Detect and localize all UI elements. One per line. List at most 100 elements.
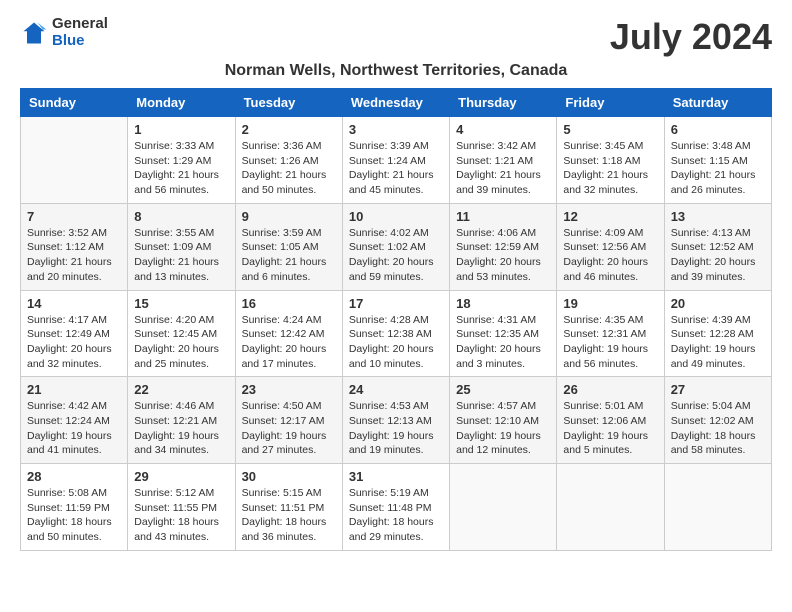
table-row (450, 464, 557, 551)
calendar-week-5: 28Sunrise: 5:08 AM Sunset: 11:59 PM Dayl… (21, 464, 772, 551)
month-title: July 2024 (610, 16, 772, 58)
calendar: Sunday Monday Tuesday Wednesday Thursday… (20, 88, 772, 551)
day-info: Sunrise: 3:59 AM Sunset: 1:05 AM Dayligh… (242, 226, 336, 285)
day-info: Sunrise: 5:15 AM Sunset: 11:51 PM Daylig… (242, 486, 336, 545)
table-row: 24 Sunrise: 4:53 AM Sunset: 12:13 AM Dayl… (342, 377, 449, 464)
day-number: 31 (349, 469, 443, 484)
day-number: 4 (456, 122, 550, 137)
day-number: 27 (671, 382, 765, 397)
day-info: Sunrise: 4:42 AM Sunset: 12:24 AM Daylig… (27, 399, 121, 458)
col-tuesday: Tuesday (235, 89, 342, 117)
table-row: 30 Sunrise: 5:15 AM Sunset: 11:51 PM Dayl… (235, 464, 342, 551)
table-row: 1Sunrise: 3:33 AM Sunset: 1:29 AM Daylig… (128, 117, 235, 204)
col-sunday: Sunday (21, 89, 128, 117)
day-number: 21 (27, 382, 121, 397)
calendar-week-1: 1Sunrise: 3:33 AM Sunset: 1:29 AM Daylig… (21, 117, 772, 204)
table-row: 11 Sunrise: 4:06 AM Sunset: 12:59 AM Dayl… (450, 203, 557, 290)
header-top: General Blue July 2024 (20, 16, 772, 58)
day-info: Sunrise: 4:31 AM Sunset: 12:35 AM Daylig… (456, 313, 550, 372)
table-row: 29Sunrise: 5:12 AM Sunset: 11:55 PM Dayl… (128, 464, 235, 551)
day-info: Sunrise: 4:20 AM Sunset: 12:45 AM Daylig… (134, 313, 228, 372)
day-number: 19 (563, 296, 657, 311)
day-number: 26 (563, 382, 657, 397)
table-row: 8 Sunrise: 3:55 AM Sunset: 1:09 AM Daylig… (128, 203, 235, 290)
day-number: 10 (349, 209, 443, 224)
day-number: 30 (242, 469, 336, 484)
table-row: 4 Sunrise: 3:42 AM Sunset: 1:21 AM Daylig… (450, 117, 557, 204)
day-info: Sunrise: 4:50 AM Sunset: 12:17 AM Daylig… (242, 399, 336, 458)
table-row: 5 Sunrise: 3:45 AM Sunset: 1:18 AM Daylig… (557, 117, 664, 204)
col-friday: Friday (557, 89, 664, 117)
day-info: Sunrise: 4:57 AM Sunset: 12:10 AM Daylig… (456, 399, 550, 458)
logo-general: General (52, 16, 108, 33)
calendar-week-4: 21 Sunrise: 4:42 AM Sunset: 12:24 AM Dayl… (21, 377, 772, 464)
table-row: 6Sunrise: 3:48 AM Sunset: 1:15 AM Daylig… (664, 117, 771, 204)
col-wednesday: Wednesday (342, 89, 449, 117)
table-row: 17Sunrise: 4:28 AM Sunset: 12:38 AM Dayl… (342, 290, 449, 377)
location-title: Norman Wells, Northwest Territories, Can… (20, 62, 772, 80)
logo-icon (20, 19, 48, 47)
day-number: 24 (349, 382, 443, 397)
table-row: 10Sunrise: 4:02 AM Sunset: 1:02 AM Dayli… (342, 203, 449, 290)
table-row: 25Sunrise: 4:57 AM Sunset: 12:10 AM Dayl… (450, 377, 557, 464)
day-number: 2 (242, 122, 336, 137)
table-row (557, 464, 664, 551)
day-number: 3 (349, 122, 443, 137)
day-info: Sunrise: 3:42 AM Sunset: 1:21 AM Dayligh… (456, 139, 550, 198)
day-number: 23 (242, 382, 336, 397)
table-row: 18 Sunrise: 4:31 AM Sunset: 12:35 AM Dayl… (450, 290, 557, 377)
calendar-header-row: Sunday Monday Tuesday Wednesday Thursday… (21, 89, 772, 117)
day-info: Sunrise: 3:48 AM Sunset: 1:15 AM Dayligh… (671, 139, 765, 198)
table-row: 23 Sunrise: 4:50 AM Sunset: 12:17 AM Dayl… (235, 377, 342, 464)
day-number: 5 (563, 122, 657, 137)
day-number: 13 (671, 209, 765, 224)
table-row: 28Sunrise: 5:08 AM Sunset: 11:59 PM Dayl… (21, 464, 128, 551)
table-row: 7 Sunrise: 3:52 AM Sunset: 1:12 AM Daylig… (21, 203, 128, 290)
table-row: 15 Sunrise: 4:20 AM Sunset: 12:45 AM Dayl… (128, 290, 235, 377)
table-row: 22Sunrise: 4:46 AM Sunset: 12:21 AM Dayl… (128, 377, 235, 464)
day-info: Sunrise: 4:06 AM Sunset: 12:59 AM Daylig… (456, 226, 550, 285)
day-number: 20 (671, 296, 765, 311)
calendar-week-3: 14Sunrise: 4:17 AM Sunset: 12:49 AM Dayl… (21, 290, 772, 377)
day-info: Sunrise: 3:52 AM Sunset: 1:12 AM Dayligh… (27, 226, 121, 285)
table-row: 14Sunrise: 4:17 AM Sunset: 12:49 AM Dayl… (21, 290, 128, 377)
table-row: 3Sunrise: 3:39 AM Sunset: 1:24 AM Daylig… (342, 117, 449, 204)
day-number: 1 (134, 122, 228, 137)
table-row (664, 464, 771, 551)
table-row: 9 Sunrise: 3:59 AM Sunset: 1:05 AM Daylig… (235, 203, 342, 290)
col-monday: Monday (128, 89, 235, 117)
day-number: 18 (456, 296, 550, 311)
day-number: 15 (134, 296, 228, 311)
table-row: 26Sunrise: 5:01 AM Sunset: 12:06 AM Dayl… (557, 377, 664, 464)
day-number: 8 (134, 209, 228, 224)
table-row: 27 Sunrise: 5:04 AM Sunset: 12:02 AM Dayl… (664, 377, 771, 464)
day-number: 7 (27, 209, 121, 224)
table-row: 31 Sunrise: 5:19 AM Sunset: 11:48 PM Dayl… (342, 464, 449, 551)
day-number: 9 (242, 209, 336, 224)
logo-text: General Blue (52, 16, 108, 49)
logo: General Blue (20, 16, 108, 49)
day-info: Sunrise: 5:04 AM Sunset: 12:02 AM Daylig… (671, 399, 765, 458)
table-row: 2Sunrise: 3:36 AM Sunset: 1:26 AM Daylig… (235, 117, 342, 204)
day-info: Sunrise: 3:55 AM Sunset: 1:09 AM Dayligh… (134, 226, 228, 285)
day-info: Sunrise: 4:53 AM Sunset: 12:13 AM Daylig… (349, 399, 443, 458)
table-row: 12 Sunrise: 4:09 AM Sunset: 12:56 AM Dayl… (557, 203, 664, 290)
day-info: Sunrise: 4:46 AM Sunset: 12:21 AM Daylig… (134, 399, 228, 458)
day-info: Sunrise: 4:24 AM Sunset: 12:42 AM Daylig… (242, 313, 336, 372)
day-info: Sunrise: 4:17 AM Sunset: 12:49 AM Daylig… (27, 313, 121, 372)
day-info: Sunrise: 4:09 AM Sunset: 12:56 AM Daylig… (563, 226, 657, 285)
day-info: Sunrise: 5:19 AM Sunset: 11:48 PM Daylig… (349, 486, 443, 545)
table-row (21, 117, 128, 204)
day-number: 17 (349, 296, 443, 311)
logo-blue: Blue (52, 33, 108, 50)
col-saturday: Saturday (664, 89, 771, 117)
day-number: 12 (563, 209, 657, 224)
col-thursday: Thursday (450, 89, 557, 117)
day-info: Sunrise: 5:08 AM Sunset: 11:59 PM Daylig… (27, 486, 121, 545)
day-info: Sunrise: 3:45 AM Sunset: 1:18 AM Dayligh… (563, 139, 657, 198)
day-number: 11 (456, 209, 550, 224)
table-row: 19 Sunrise: 4:35 AM Sunset: 12:31 AM Dayl… (557, 290, 664, 377)
table-row: 13Sunrise: 4:13 AM Sunset: 12:52 AM Dayl… (664, 203, 771, 290)
calendar-week-2: 7 Sunrise: 3:52 AM Sunset: 1:12 AM Daylig… (21, 203, 772, 290)
day-info: Sunrise: 4:35 AM Sunset: 12:31 AM Daylig… (563, 313, 657, 372)
